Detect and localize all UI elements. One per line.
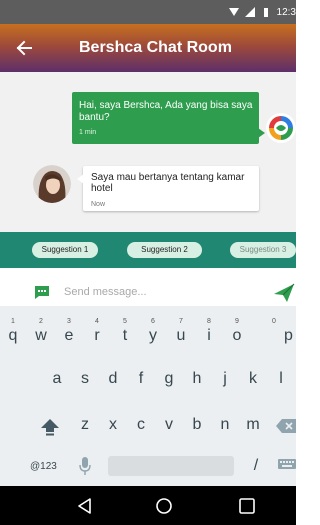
page-title: Bershca Chat Room — [79, 39, 232, 56]
microphone-icon[interactable] — [78, 456, 92, 476]
key-d[interactable]: d — [102, 367, 124, 391]
key-q-number: 1 — [11, 318, 15, 325]
user-message-bubble: Saya mau bertanya tentang kamar hotel No… — [77, 166, 259, 211]
key-r-label: r — [94, 327, 100, 344]
key-k[interactable]: k — [242, 367, 264, 391]
bot-message-text: Hai, saya Bershca, Ada yang bisa saya ba… — [79, 100, 253, 123]
nav-recents-icon[interactable] — [237, 496, 257, 516]
key-p[interactable]: 0p — [254, 318, 294, 348]
key-x[interactable]: x — [102, 413, 124, 437]
key-y-number: 6 — [151, 318, 155, 325]
key-o-number: 9 — [235, 318, 239, 325]
key-b[interactable]: b — [186, 413, 208, 437]
nav-home-icon[interactable] — [154, 496, 174, 516]
user-message-time: Now — [91, 201, 106, 208]
key-v[interactable]: v — [158, 413, 180, 437]
status-bar: 12:3 — [0, 0, 296, 24]
symbols-key[interactable]: @123 — [30, 460, 64, 474]
key-f[interactable]: f — [130, 367, 152, 391]
key-w-label: w — [35, 327, 47, 344]
message-input-row — [0, 280, 296, 306]
bubble-tail — [77, 174, 84, 184]
suggestion-chip-2[interactable]: Suggestion 2 — [127, 242, 202, 258]
key-e-label: e — [64, 327, 74, 344]
key-c[interactable]: c — [130, 413, 152, 437]
key-z[interactable]: z — [74, 413, 96, 437]
key-w-number: 2 — [39, 318, 43, 325]
keyboard-hide-icon[interactable] — [278, 459, 296, 473]
key-p-label: p — [284, 327, 293, 344]
navigation-bar — [0, 486, 296, 525]
key-q-label: q — [8, 327, 18, 344]
send-icon[interactable] — [272, 282, 296, 304]
keyboard: 1q 2w 3e 4r 5t 6y 7u 8i 9o 0p a s d f g … — [0, 306, 296, 486]
key-g[interactable]: g — [158, 367, 180, 391]
user-message-text: Saya mau bertanya tentang kamar hotel — [91, 172, 245, 194]
bot-message-time: 1 min — [79, 129, 97, 136]
user-avatar — [33, 165, 71, 203]
key-u[interactable]: 7u — [170, 318, 192, 348]
key-m[interactable]: m — [242, 413, 264, 437]
key-q[interactable]: 1q — [2, 318, 24, 348]
space-key[interactable] — [108, 456, 234, 476]
nav-back-icon[interactable] — [75, 496, 95, 516]
key-i-number: 8 — [207, 318, 211, 325]
message-input[interactable] — [64, 283, 260, 301]
key-a[interactable]: a — [46, 367, 68, 391]
key-h[interactable]: h — [186, 367, 208, 391]
bubble-tail — [258, 128, 265, 138]
key-r[interactable]: 4r — [86, 318, 108, 348]
wifi-icon — [228, 8, 239, 16]
suggestion-bar: Suggestion 1 Suggestion 2 Suggestion 3 — [0, 232, 296, 268]
key-y[interactable]: 6y — [142, 318, 164, 348]
key-y-label: y — [149, 327, 157, 344]
key-r-number: 4 — [95, 318, 99, 325]
suggestion-chip-1[interactable]: Suggestion 1 — [32, 242, 98, 258]
key-w[interactable]: 2w — [30, 318, 52, 348]
key-t-number: 5 — [123, 318, 127, 325]
slash-key[interactable]: / — [248, 455, 264, 477]
chat-bubble-icon — [35, 286, 49, 299]
key-t-label: t — [122, 327, 128, 344]
battery-icon — [263, 8, 268, 17]
key-u-number: 7 — [179, 318, 183, 325]
key-i[interactable]: 8i — [198, 318, 220, 348]
key-n[interactable]: n — [214, 413, 236, 437]
bot-message-bubble: Hai, saya Bershca, Ada yang bisa saya ba… — [72, 92, 265, 144]
key-s[interactable]: s — [74, 367, 96, 391]
bot-avatar-icon — [266, 113, 296, 143]
key-p-number: 0 — [272, 318, 276, 325]
key-e-number: 3 — [67, 318, 71, 325]
key-t[interactable]: 5t — [114, 318, 136, 348]
key-u-label: u — [176, 327, 186, 344]
key-i-label: i — [207, 327, 211, 344]
key-o-label: o — [232, 327, 242, 344]
key-o[interactable]: 9o — [226, 318, 248, 348]
status-time: 12:3 — [276, 6, 296, 18]
key-j[interactable]: j — [214, 367, 236, 391]
signal-icon — [244, 7, 255, 17]
status-icons: 12:3 — [228, 5, 296, 19]
app-bar: Bershca Chat Room — [0, 24, 296, 72]
key-e[interactable]: 3e — [58, 318, 80, 348]
shift-icon[interactable] — [40, 418, 60, 436]
back-arrow-icon[interactable] — [10, 34, 38, 62]
key-l[interactable]: l — [270, 367, 292, 391]
suggestion-chip-3[interactable]: Suggestion 3 — [230, 242, 296, 258]
backspace-icon[interactable] — [276, 418, 296, 434]
